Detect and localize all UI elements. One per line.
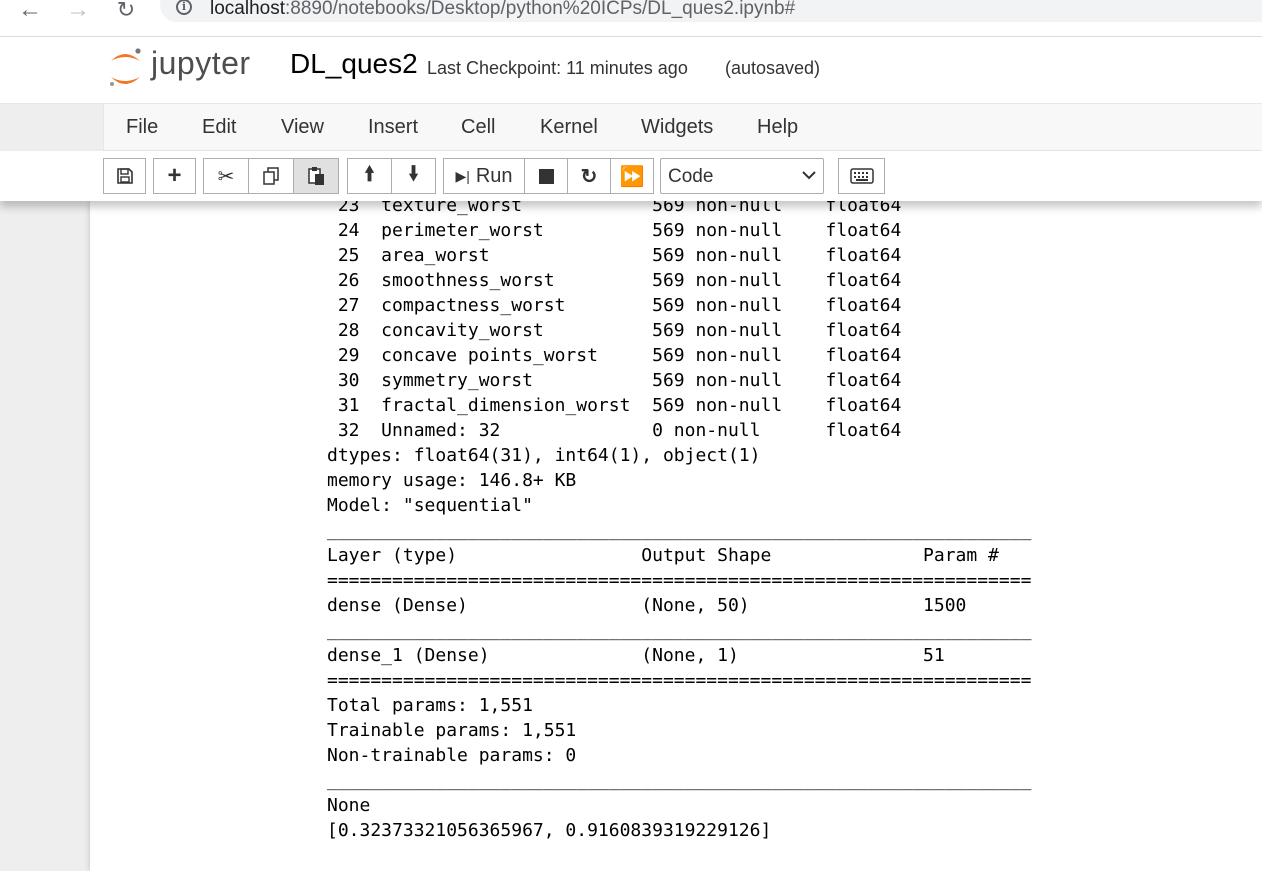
menu-cell[interactable]: Cell xyxy=(461,116,495,139)
back-arrow-icon[interactable]: ← xyxy=(16,0,44,22)
move-up-icon: 🠙 xyxy=(364,163,375,185)
reload-icon[interactable]: ↻ xyxy=(112,0,140,22)
output-line: ========================================… xyxy=(327,570,1032,591)
output-line: ________________________________________… xyxy=(327,620,1032,641)
output-line: Total params: 1,551 xyxy=(327,695,533,716)
url-text[interactable]: localhost:8890/notebooks/Desktop/python%… xyxy=(210,0,795,20)
menubar: File Edit View Insert Cell Kernel Widget… xyxy=(103,103,1262,151)
output-line: None xyxy=(327,795,371,816)
output-line: 29 concave points_worst 569 non-null flo… xyxy=(327,345,902,366)
restart-run-all-button[interactable]: ⏩ xyxy=(610,158,654,194)
output-line: ________________________________________… xyxy=(327,520,1032,541)
menu-file[interactable]: File xyxy=(126,116,158,139)
jupyter-logo-dot xyxy=(135,48,141,54)
move-down-icon: 🠛 xyxy=(408,163,419,185)
restart-button[interactable]: ↻ xyxy=(567,158,611,194)
output-line: 25 area_worst 569 non-null float64 xyxy=(327,245,902,266)
output-line: ========================================… xyxy=(327,670,1032,691)
output-line: dense (Dense) (None, 50) 1500 xyxy=(327,595,967,616)
copy-icon xyxy=(263,167,279,185)
interrupt-button[interactable] xyxy=(524,158,568,194)
cell-type-select[interactable]: Code xyxy=(660,158,824,194)
output-line: ________________________________________… xyxy=(327,770,1032,791)
cut-icon: ✂ xyxy=(217,165,235,188)
output-line: 31 fractal_dimension_worst 569 non-null … xyxy=(327,395,902,416)
menu-kernel[interactable]: Kernel xyxy=(540,116,598,139)
stop-icon xyxy=(538,168,554,184)
run-label: Run xyxy=(475,164,513,187)
output-line: Trainable params: 1,551 xyxy=(327,720,577,741)
output-line: dense_1 (Dense) (None, 1) 51 xyxy=(327,645,945,666)
menu-edit[interactable]: Edit xyxy=(202,116,236,139)
save-icon xyxy=(116,168,133,184)
output-line: 30 symmetry_worst 569 non-null float64 xyxy=(327,370,902,391)
move-down-button[interactable]: 🠛 xyxy=(391,158,436,194)
add-cell-icon: + xyxy=(167,162,182,189)
output-line: Layer (type) Output Shape Param # xyxy=(327,545,999,566)
notebook-title[interactable]: DL_ques2 xyxy=(290,48,418,80)
menu-help[interactable]: Help xyxy=(757,116,798,139)
run-button[interactable]: ▶​| Run xyxy=(443,158,525,194)
save-button[interactable] xyxy=(103,158,146,194)
menu-view[interactable]: View xyxy=(281,116,324,139)
run-icon: ▶​| xyxy=(455,167,470,184)
forward-arrow-icon[interactable]: → xyxy=(64,0,92,22)
add-cell-button[interactable]: + xyxy=(153,158,196,194)
jupyter-logo-arc-top xyxy=(111,54,140,61)
cell-output: 23 texture_worst 569 non-null float64 24… xyxy=(327,201,1031,843)
menu-widgets[interactable]: Widgets xyxy=(641,116,713,139)
output-line: 26 smoothness_worst 569 non-null float64 xyxy=(327,270,902,291)
toolbar: + ✂ 🠙 🠛 ▶​| Run ↻ ⏩ Code xyxy=(0,151,1262,201)
output-line: Non-trainable params: 0 xyxy=(327,745,577,766)
cell-type-value: Code xyxy=(668,166,714,187)
keyboard-icon xyxy=(849,168,874,184)
paste-icon xyxy=(308,167,324,185)
chevron-down-icon xyxy=(802,171,816,180)
jupyter-logo-dot xyxy=(110,82,114,86)
output-line: Model: "sequential" xyxy=(327,495,533,516)
browser-bar: ← → ↻ i localhost:8890/notebooks/Desktop… xyxy=(0,0,1262,37)
output-line: 23 texture_worst 569 non-null float64 xyxy=(327,201,902,216)
fast-forward-icon: ⏩ xyxy=(619,165,645,188)
notebook-header: jupyter DL_ques2 Last Checkpoint: 11 min… xyxy=(0,37,1262,104)
autosave-status: (autosaved) xyxy=(725,58,821,78)
output-line: 32 Unnamed: 32 0 non-null float64 xyxy=(327,420,902,441)
restart-icon: ↻ xyxy=(580,165,598,188)
url-path: :8890/notebooks/Desktop/python%20ICPs/DL… xyxy=(285,0,796,19)
output-line: 24 perimeter_worst 569 non-null float64 xyxy=(327,220,902,241)
copy-button[interactable] xyxy=(248,158,294,194)
url-host: localhost xyxy=(210,0,285,19)
output-line: [0.3237332105636596​7, 0.916083931922912… xyxy=(327,820,772,841)
move-up-button[interactable]: 🠙 xyxy=(347,158,392,194)
output-line: 28 concavity_worst 569 non-null float64 xyxy=(327,320,902,341)
cut-button[interactable]: ✂ xyxy=(203,158,249,194)
command-palette-button[interactable] xyxy=(838,158,885,194)
checkpoint-status: Last Checkpoint: 11 minutes ago xyxy=(427,58,688,78)
paste-button[interactable] xyxy=(293,158,339,194)
menu-insert[interactable]: Insert xyxy=(368,116,418,139)
notebook-container: 23 texture_worst 569 non-null float64 24… xyxy=(90,201,1262,871)
jupyter-logo-arc-bottom xyxy=(111,77,140,84)
output-line: memory usage: 146.8+ KB xyxy=(327,470,577,491)
jupyter-logo-text[interactable]: jupyter xyxy=(151,45,251,82)
output-line: 27 compactness_worst 569 non-null float6… xyxy=(327,295,902,316)
output-line: dtypes: float64(31), int64(1), object(1) xyxy=(327,445,761,466)
